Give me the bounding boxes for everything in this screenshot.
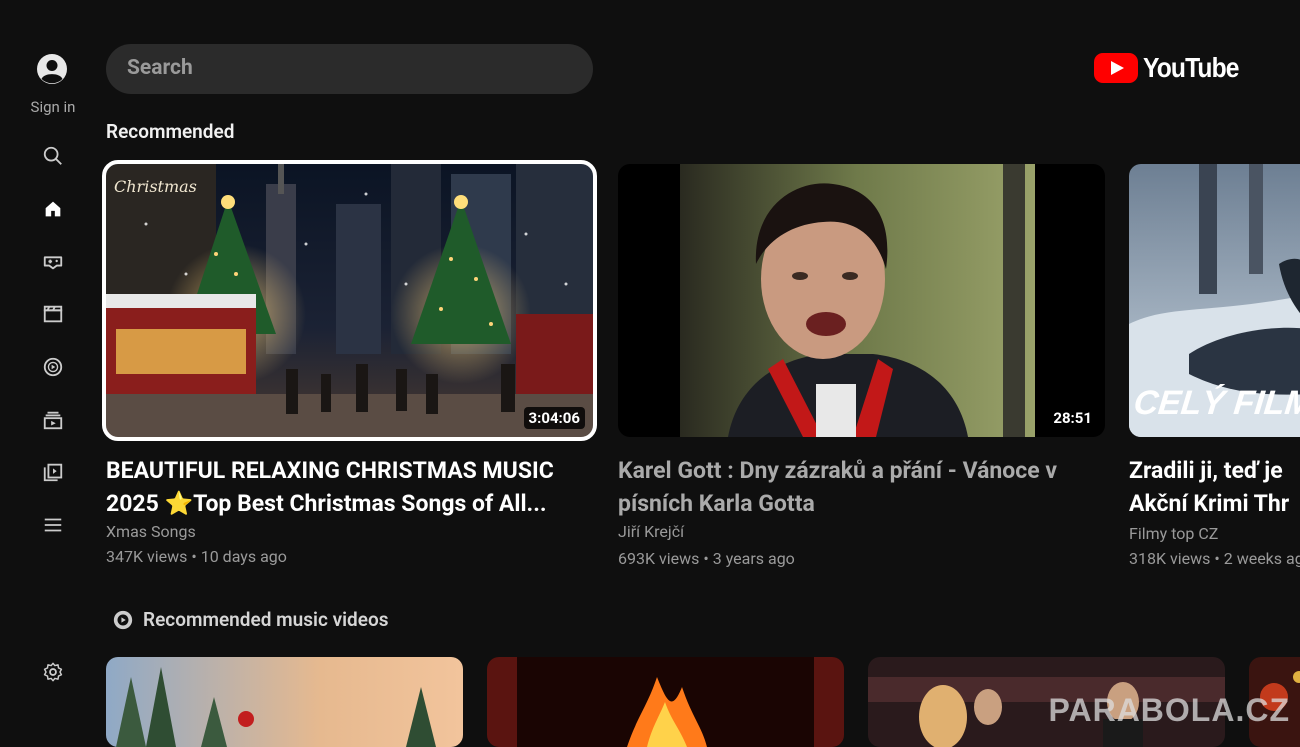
menu-icon[interactable] — [40, 512, 66, 538]
snowy-film-image: CELÝ FILM — [1129, 164, 1300, 437]
video-title-1-line2: 2025 ⭐Top Best Christmas Songs of All... — [106, 490, 547, 517]
video-meta-1: 347K views • 10 days ago — [106, 547, 287, 566]
movies-icon[interactable] — [40, 301, 66, 327]
music-shelf-heading: Recommended music videos — [112, 608, 388, 631]
music-shelf-icon — [113, 610, 133, 629]
fireplace-image — [487, 657, 844, 747]
home-icon[interactable] — [40, 196, 66, 222]
video-thumbnail-1[interactable]: Christmas 3:04:06 — [102, 160, 597, 441]
music-thumbnail-2[interactable] — [487, 657, 844, 747]
video-thumbnail-2[interactable]: 28:51 — [618, 164, 1105, 437]
watermark: PARABOLA.CZ — [1048, 692, 1290, 728]
music-shelf-title: Recommended music videos — [143, 608, 389, 631]
video-title-1-line1: BEAUTIFUL RELAXING CHRISTMAS MUSIC — [106, 457, 554, 484]
thumb-caption: Christmas — [114, 177, 197, 196]
christmas-market-image: Christmas — [106, 164, 593, 437]
duration-badge: 28:51 — [1048, 407, 1097, 429]
youtube-play-icon — [1094, 53, 1138, 83]
video-channel-1: Xmas Songs — [106, 522, 196, 541]
subscriptions-icon[interactable] — [40, 407, 66, 433]
account-avatar-icon[interactable] — [36, 53, 68, 85]
video-meta-2: 693K views • 3 years ago — [618, 549, 795, 568]
search-placeholder: Search — [127, 56, 193, 80]
recommended-heading: Recommended — [106, 120, 235, 143]
gaming-icon[interactable] — [40, 248, 66, 274]
music-thumbnail-1[interactable] — [106, 657, 463, 747]
snowy-village-image — [106, 657, 463, 747]
library-icon[interactable] — [40, 459, 66, 485]
video-channel-2: Jiří Krejčí — [618, 522, 685, 541]
video-title-2-line1: Karel Gott : Dny zázraků a přání - Vánoc… — [618, 457, 1058, 484]
youtube-wordmark: YouTube — [1143, 52, 1239, 83]
settings-icon[interactable] — [40, 659, 66, 685]
music-icon[interactable] — [40, 354, 66, 380]
video-thumbnail-3[interactable]: CELÝ FILM — [1129, 164, 1300, 437]
search-bar[interactable]: Search — [106, 44, 593, 94]
thumb-caption: CELÝ FILM — [1132, 384, 1300, 422]
sign-in-label[interactable]: Sign in — [20, 98, 86, 116]
youtube-logo: YouTube — [1094, 52, 1252, 84]
video-title-3-line1: Zradili ji, teď je — [1129, 457, 1283, 484]
search-icon[interactable] — [40, 143, 66, 169]
singer-portrait-image — [618, 164, 1105, 437]
video-title-3-line2: Akční Krimi Thr — [1129, 490, 1290, 517]
duration-badge: 3:04:06 — [523, 407, 585, 429]
video-meta-3: 318K views • 2 weeks ag — [1129, 549, 1300, 568]
video-channel-3: Filmy top CZ — [1129, 524, 1219, 543]
video-title-2-line2: písních Karla Gotta — [618, 490, 815, 517]
